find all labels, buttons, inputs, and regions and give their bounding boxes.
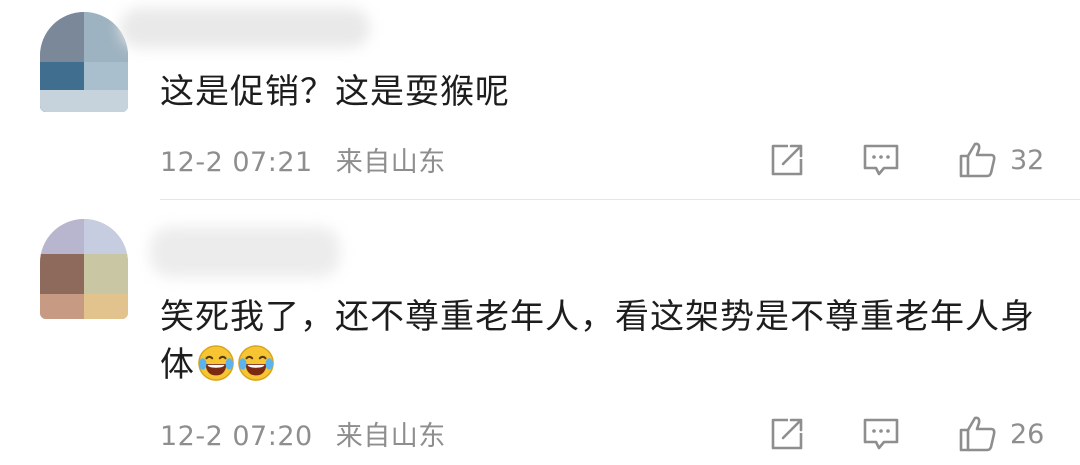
thumbs-up-icon [959,416,996,452]
comment-actions: 26 [740,412,1080,456]
laughing-tears-emoji [238,345,274,381]
share-icon [771,144,803,176]
comment-time: 12-2 07:21 [160,147,313,178]
username-blurred[interactable] [120,8,370,48]
comment-text: 这是促销？这是耍猴呢 [160,72,510,112]
comment-meta: 12-2 07:21 来自山东 [160,140,446,179]
share-button[interactable] [768,412,806,456]
share-icon [771,418,803,450]
comment-meta: 12-2 07:20 来自山东 [160,414,446,453]
comment-icon [863,418,899,450]
thumbs-up-icon [959,142,996,178]
comment-item: 笑死我了，还不尊重老年人，看这架势是不尊重老年人身体 12-2 07:20 来自… [0,201,1080,465]
comment-location: 来自山东 [335,147,446,178]
comment-item: 这是促销？这是耍猴呢 12-2 07:21 来自山东 32 [0,0,1080,200]
comment-text-content: 笑死我了，还不尊重老年人，看这架势是不尊重老年人身体 [160,297,1035,385]
laughing-tears-emoji [198,345,234,381]
like-count: 26 [1010,418,1045,450]
divider [160,199,1080,200]
comment-text: 笑死我了，还不尊重老年人，看这架势是不尊重老年人身体 [160,293,1040,389]
like-button[interactable]: 32 [958,138,1044,182]
reply-button[interactable] [862,412,900,456]
comment-location: 来自山东 [335,421,446,452]
avatar[interactable] [40,219,128,319]
comment-actions: 32 [740,138,1080,182]
reply-button[interactable] [862,138,900,182]
like-count: 32 [1010,144,1045,176]
comment-icon [863,144,899,176]
like-button[interactable]: 26 [958,412,1044,456]
comment-time: 12-2 07:20 [160,421,313,452]
share-button[interactable] [768,138,806,182]
username-blurred[interactable] [150,227,340,277]
avatar[interactable] [40,12,128,112]
